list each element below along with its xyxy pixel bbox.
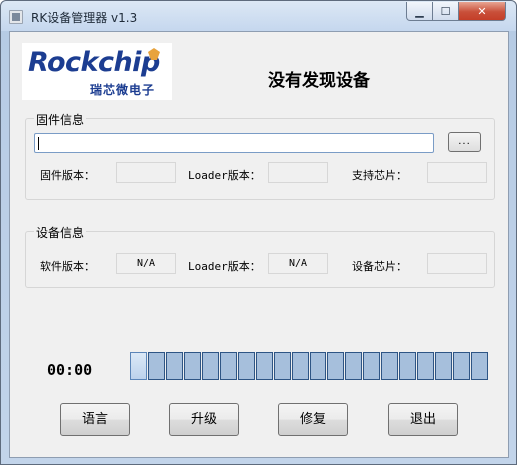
logo-accent-icon [148,48,160,60]
device-chip-value [427,253,487,274]
progress-segment [345,352,363,380]
language-button[interactable]: 语言 [60,403,130,436]
close-icon: ✕ [477,4,487,18]
software-version-label: 软件版本： [40,260,95,273]
progress-bar [130,352,489,382]
progress-segment [471,352,489,380]
rockchip-logo: Rockchip 瑞芯微电子 [22,43,172,100]
supported-chip-value [427,162,487,183]
supported-chip-label: 支持芯片： [352,169,407,182]
firmware-loader-label: Loader版本： [188,169,261,182]
elapsed-timer: 00:00 [47,361,93,379]
progress-segment [237,352,255,380]
window-title: RK设备管理器 v1.3 [31,11,138,25]
firmware-version-value [116,162,176,183]
software-version-value: N/A [116,253,176,274]
progress-segment [381,352,399,380]
close-button[interactable]: ✕ [458,2,506,21]
progress-segment [453,352,471,380]
device-chip-label: 设备芯片： [352,260,407,273]
device-group-label: 设备信息 [34,224,87,241]
device-loader-value: N/A [268,253,328,274]
progress-segment [309,352,327,380]
device-loader-label: Loader版本： [188,260,261,273]
progress-segment [435,352,453,380]
repair-button[interactable]: 修复 [278,403,348,436]
minimize-icon: ▁ [415,4,424,18]
progress-segment [291,352,309,380]
progress-segment [183,352,201,380]
firmware-info-row: 固件版本： Loader版本： 支持芯片： [26,162,496,186]
progress-segment [130,352,147,380]
firmware-loader-value [268,162,328,183]
upgrade-button[interactable]: 升级 [169,403,239,436]
progress-segment [219,352,237,380]
progress-segment [255,352,273,380]
firmware-version-label: 固件版本： [40,169,95,182]
progress-segment [399,352,417,380]
app-icon [9,10,23,24]
maximize-icon: ☐ [440,4,451,18]
firmware-path-input[interactable] [34,133,434,153]
device-status: 没有发现设备 [268,71,370,91]
progress-segment [273,352,291,380]
app-window: RK设备管理器 v1.3 ▁ ☐ ✕ Rockchip 瑞芯微电子 没有发现设备… [0,0,517,465]
title-bar[interactable]: RK设备管理器 v1.3 ▁ ☐ ✕ [1,1,516,31]
device-info-row: 软件版本： N/A Loader版本： N/A 设备芯片： [26,253,496,277]
progress-segment [165,352,183,380]
text-caret [38,137,39,150]
device-info-group: 设备信息 软件版本： N/A Loader版本： N/A 设备芯片： [25,224,496,288]
logo-subtitle: 瑞芯微电子 [90,83,156,97]
minimize-button[interactable]: ▁ [406,2,433,21]
progress-segment [417,352,435,380]
maximize-button[interactable]: ☐ [432,2,459,21]
progress-segment [363,352,381,380]
browse-button[interactable]: ... [448,132,481,152]
client-area: Rockchip 瑞芯微电子 没有发现设备 固件信息 ... 固件版本： Loa… [9,31,509,458]
progress-segment [147,352,165,380]
progress-segment [201,352,219,380]
firmware-info-group: 固件信息 ... 固件版本： Loader版本： 支持芯片： [25,111,496,200]
logo-wordmark: Rockchip [28,47,160,78]
exit-button[interactable]: 退出 [388,403,458,436]
firmware-group-label: 固件信息 [34,111,87,128]
progress-segment [327,352,345,380]
